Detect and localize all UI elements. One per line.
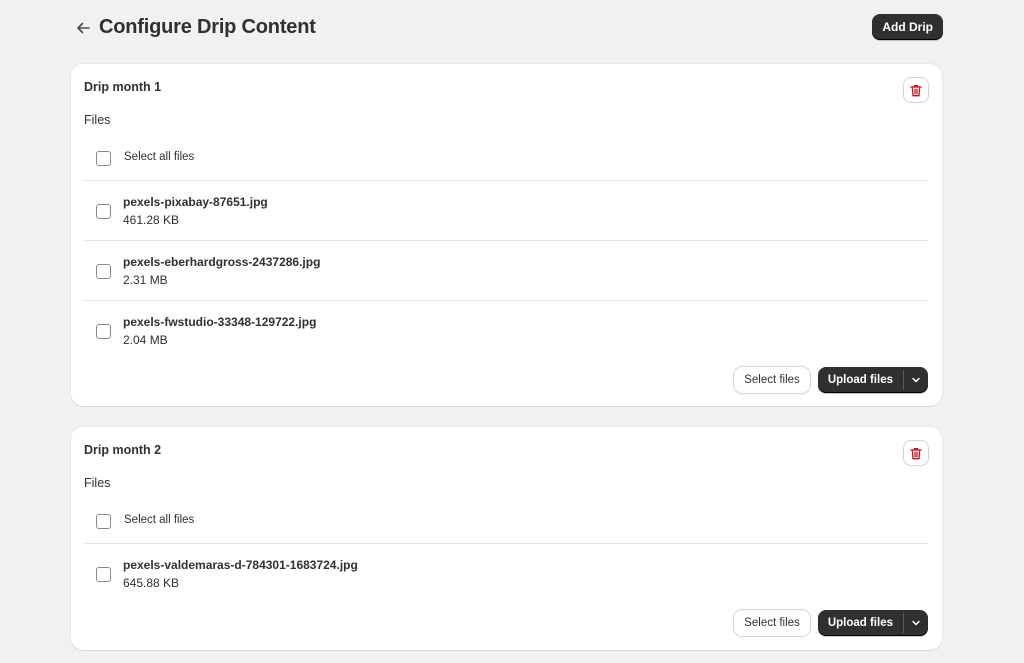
delete-drip-button[interactable] [904, 78, 928, 102]
file-checkbox[interactable] [96, 204, 111, 219]
select-all-row: Select all files [84, 140, 928, 181]
drip-card: Drip month 2 Files Select all files pexe… [71, 427, 942, 650]
file-checkbox[interactable] [96, 264, 111, 279]
upload-files-button[interactable]: Upload files [818, 610, 903, 636]
add-drip-button[interactable]: Add Drip [872, 14, 943, 40]
file-row: pexels-eberhardgross-2437286.jpg 2.31 MB [84, 241, 928, 301]
select-files-button[interactable]: Select files [734, 610, 810, 636]
upload-button-group: Upload files [817, 367, 928, 393]
file-size: 645.88 KB [123, 576, 180, 590]
file-size: 2.31 MB [123, 273, 168, 287]
file-name: pexels-pixabay-87651.jpg [123, 195, 268, 209]
trash-icon [910, 447, 922, 459]
delete-drip-button[interactable] [904, 441, 928, 465]
file-row: pexels-valdemaras-d-784301-1683724.jpg 6… [84, 544, 928, 603]
select-all-row: Select all files [84, 503, 928, 544]
file-size: 461.28 KB [123, 213, 180, 227]
select-all-checkbox[interactable] [96, 151, 111, 166]
files-label: Files [84, 113, 111, 127]
chevron-down-icon [912, 377, 920, 383]
upload-options-button[interactable] [904, 367, 928, 393]
back-button[interactable] [71, 14, 95, 42]
page-title: Configure Drip Content [99, 16, 316, 38]
file-name: pexels-fwstudio-33348-129722.jpg [123, 315, 317, 329]
upload-button-group: Upload files [817, 610, 928, 636]
file-checkbox[interactable] [96, 324, 111, 339]
select-files-button[interactable]: Select files [734, 367, 810, 393]
file-row: pexels-pixabay-87651.jpg 461.28 KB [84, 181, 928, 241]
select-all-label: Select all files [124, 514, 195, 526]
drip-title: Drip month 2 [84, 443, 162, 457]
file-name: pexels-valdemaras-d-784301-1683724.jpg [123, 558, 358, 572]
chevron-down-icon [912, 620, 920, 626]
file-name: pexels-eberhardgross-2437286.jpg [123, 255, 321, 269]
select-all-checkbox[interactable] [96, 514, 111, 529]
drip-title: Drip month 1 [84, 80, 162, 94]
page-header: Configure Drip Content Add Drip [71, 14, 943, 42]
select-all-label: Select all files [124, 151, 195, 163]
upload-options-button[interactable] [904, 610, 928, 636]
drip-card: Drip month 1 Files Select all files pexe… [71, 64, 942, 406]
file-actions: Select files Upload files [734, 610, 928, 636]
file-row: pexels-fwstudio-33348-129722.jpg 2.04 MB [84, 301, 928, 360]
file-size: 2.04 MB [123, 333, 168, 347]
arrow-left-icon [77, 22, 90, 34]
files-label: Files [84, 476, 111, 490]
file-checkbox[interactable] [96, 567, 111, 582]
trash-icon [910, 84, 922, 96]
upload-files-button[interactable]: Upload files [818, 367, 903, 393]
file-actions: Select files Upload files [734, 367, 928, 393]
